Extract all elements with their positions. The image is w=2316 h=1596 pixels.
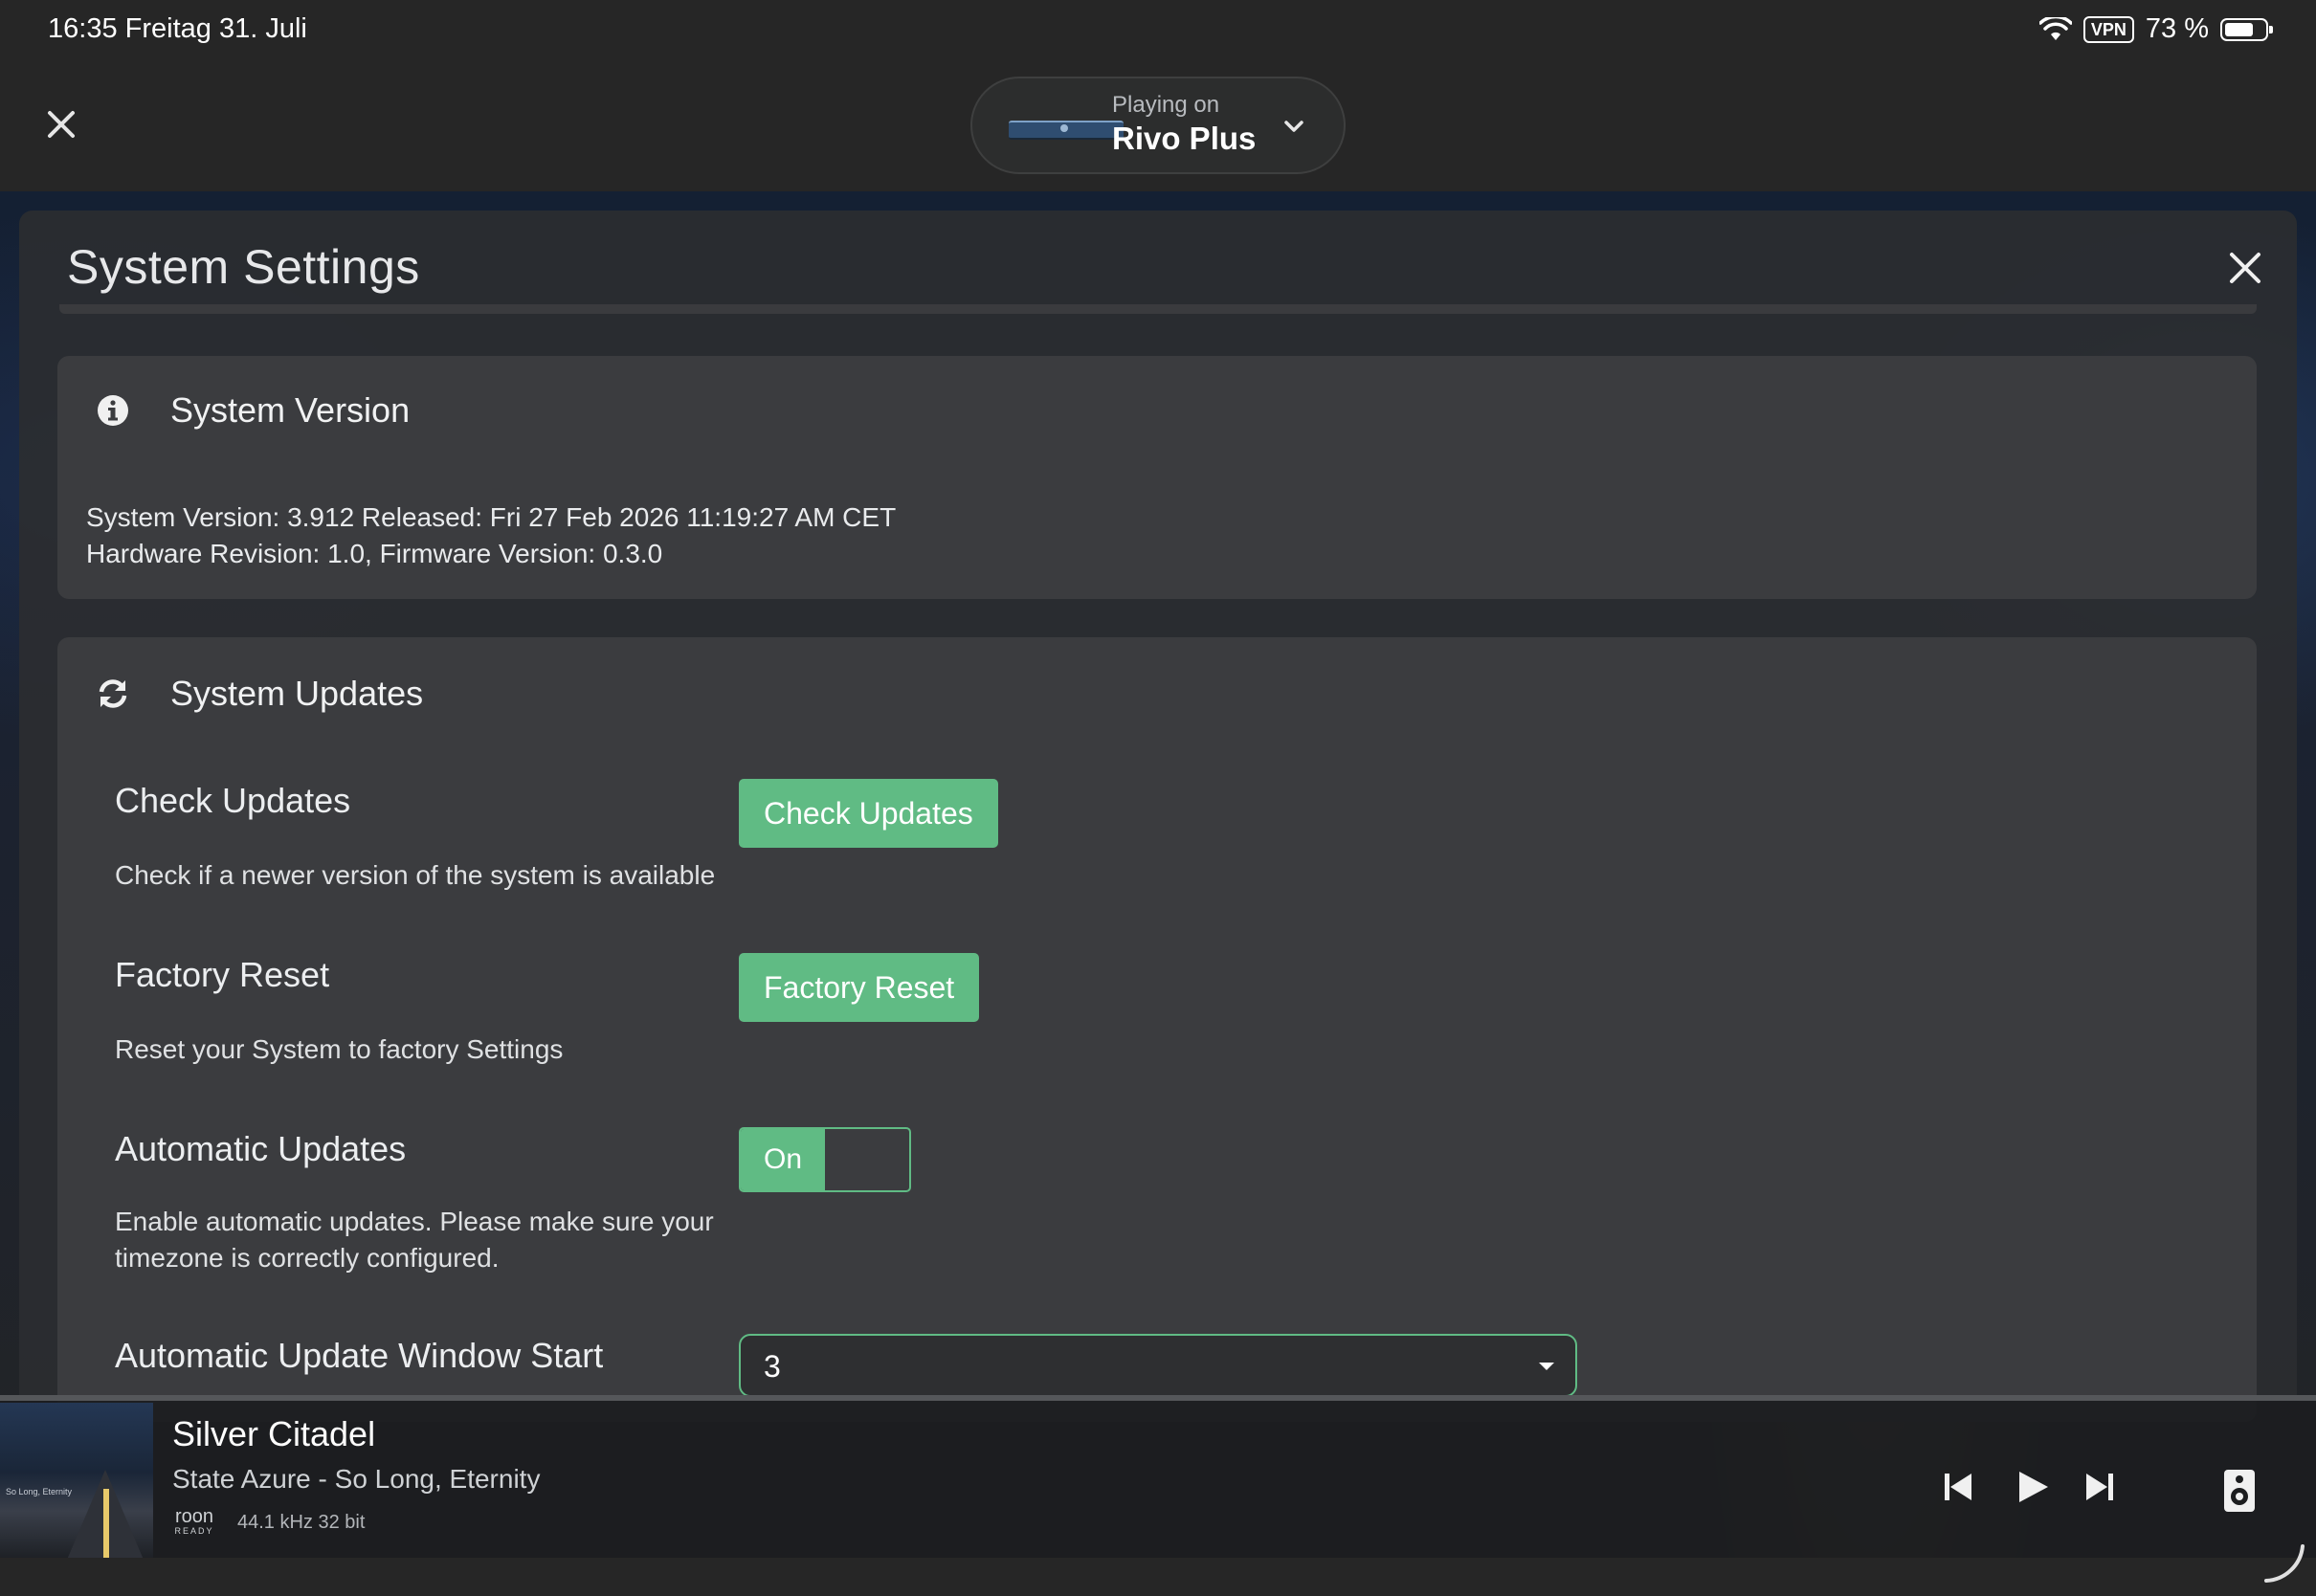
update-window-start-select[interactable]: 3 [739,1334,1577,1397]
battery-percent: 73 % [2145,13,2209,44]
previous-track-icon[interactable] [1939,1468,1977,1506]
card-header: System Updates [96,674,423,714]
device-icon [1009,121,1124,140]
header-divider [59,304,2257,314]
roon-ready-logo: roon READY [174,1506,214,1536]
info-icon [98,395,128,426]
wifi-icon [2038,16,2072,40]
speaker-volume-icon[interactable] [2222,1468,2257,1514]
battery-icon [2220,17,2273,41]
playing-on-label: Playing on [1112,92,1220,118]
automatic-updates-label: Automatic Updates [115,1129,407,1168]
card-title: System Version [170,390,411,430]
bottom-strip [0,1544,2316,1596]
battery-fill [2225,22,2253,36]
corner-grabber-icon [2264,1544,2305,1583]
track-artist-album[interactable]: State Azure - So Long, Eternity [172,1464,540,1495]
version-info: System Version: 3.912 Released: Fri 27 F… [86,499,896,572]
factory-reset-label: Factory Reset [115,955,330,994]
factory-reset-button[interactable]: Factory Reset [739,953,980,1022]
chevron-down-icon [1284,121,1303,132]
close-icon[interactable] [42,105,80,144]
system-version-line: System Version: 3.912 Released: Fri 27 F… [86,502,897,532]
zone-name: Rivo Plus [1112,121,1257,156]
card-header: System Version [96,390,410,431]
caret-down-icon [1539,1363,1554,1370]
zone-selector[interactable]: Playing on Rivo Plus [970,77,1346,174]
signal-format: 44.1 kHz 32 bit [237,1512,366,1533]
status-bar: 16:35 Freitag 31. Juli VPN 73 % [0,0,2316,61]
vpn-badge: VPN [2082,15,2134,43]
factory-reset-description: Reset your System to factory Settings [115,1034,564,1064]
system-version-card: System Version System Version: 3.912 Rel… [57,356,2257,599]
update-window-start-label: Automatic Update Window Start [115,1336,604,1375]
track-title[interactable]: Silver Citadel [172,1414,375,1454]
check-updates-button[interactable]: Check Updates [739,779,998,848]
refresh-icon [99,679,127,708]
next-track-icon[interactable] [2081,1468,2119,1506]
selected-value: 3 [764,1349,781,1384]
toggle-on-label: On [741,1129,825,1190]
check-updates-label: Check Updates [115,781,351,820]
automatic-updates-description: Enable automatic updates. Please make su… [115,1207,714,1273]
check-updates-description: Check if a newer version of the system i… [115,860,716,890]
play-icon[interactable] [2014,1468,2052,1506]
close-icon[interactable] [2226,249,2264,287]
card-title: System Updates [170,674,424,713]
now-playing-bar: So Long, Eternity Silver Citadel State A… [0,1401,2316,1558]
cover-title: So Long, Eternity [6,1487,73,1496]
status-time-date: 16:35 Freitag 31. Juli [48,13,307,44]
system-updates-card: System Updates Check Updates Check if a … [57,637,2257,1422]
app-top-bar: Playing on Rivo Plus [0,61,2316,191]
status-indicators: VPN 73 % [2038,13,2273,45]
album-cover[interactable]: So Long, Eternity [0,1403,153,1558]
automatic-updates-toggle[interactable]: On [739,1127,911,1192]
page-title: System Settings [67,240,420,294]
system-settings-panel: System Settings System Version System Ve… [19,211,2297,1422]
hardware-revision-line: Hardware Revision: 1.0, Firmware Version… [86,539,663,568]
